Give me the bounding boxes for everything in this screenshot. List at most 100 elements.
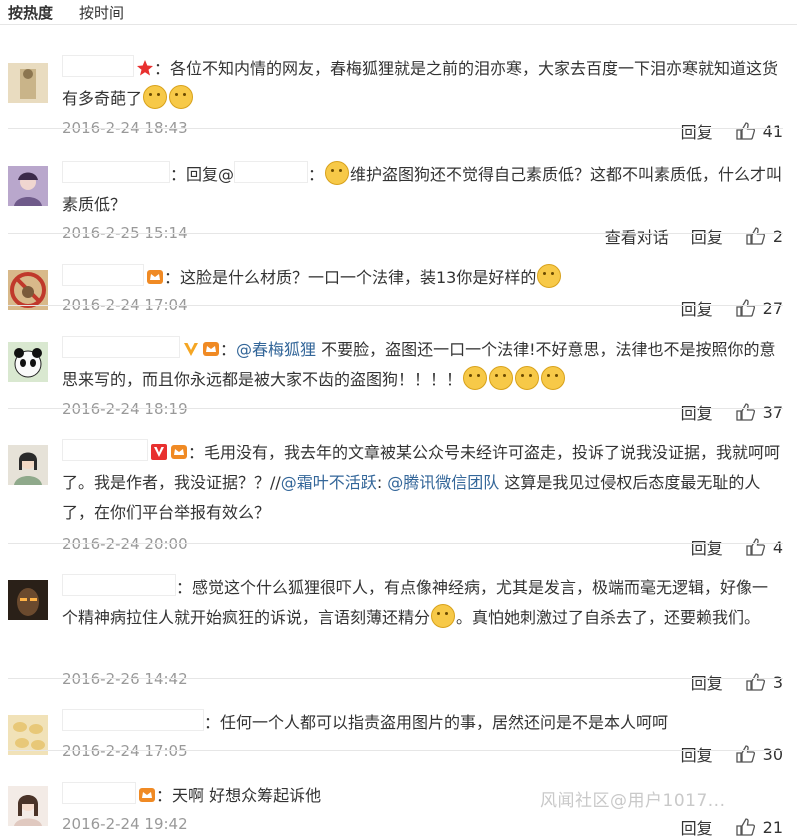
comment-meta: 2016-2-24 18:43 回复 41 xyxy=(62,119,783,143)
star-badge-icon xyxy=(136,57,154,76)
comment-time: 2016-2-24 18:19 xyxy=(62,400,188,418)
comment-prefix: ： xyxy=(220,340,237,359)
reply-button[interactable]: 回复 xyxy=(681,742,713,766)
like-button[interactable]: 37 xyxy=(735,402,783,422)
comment-meta: 2016-2-24 20:00 回复 4 xyxy=(62,535,783,559)
comment-meta: 2016-2-24 17:05 回复 30 xyxy=(62,742,783,766)
vip-crown-badge-icon xyxy=(170,441,188,459)
thumbs-up-icon xyxy=(746,227,765,245)
reply-button[interactable]: 回复 xyxy=(691,224,723,248)
verified-v-badge-icon xyxy=(150,441,168,460)
thumbs-up-icon xyxy=(746,673,765,691)
username-redacted[interactable] xyxy=(62,439,148,461)
like-count: 21 xyxy=(762,817,783,837)
avatar[interactable] xyxy=(8,445,48,485)
like-count: 2 xyxy=(772,226,783,246)
comment-text: : xyxy=(376,473,388,492)
comment-time: 2016-2-26 14:42 xyxy=(62,670,188,688)
comment-time: 2016-2-24 20:00 xyxy=(62,535,188,553)
comment-body: ：各位不知内情的网友，春梅狐狸就是之前的泪亦寒，大家去百度一下泪亦寒就知道这货有… xyxy=(62,54,783,114)
avatar[interactable] xyxy=(8,786,48,826)
like-count: 30 xyxy=(762,744,783,764)
username-redacted[interactable] xyxy=(62,574,176,596)
reply-button[interactable]: 回复 xyxy=(681,119,713,143)
reply-colon: ： xyxy=(308,165,325,184)
username-redacted[interactable] xyxy=(62,55,134,77)
reply-button[interactable]: 回复 xyxy=(681,296,713,320)
reply-button[interactable]: 回复 xyxy=(681,815,713,839)
comment-meta: 2016-2-26 14:42 回复 3 xyxy=(62,670,783,694)
avatar[interactable] xyxy=(8,270,48,310)
like-button[interactable]: 2 xyxy=(745,226,783,246)
yummy-emoji-icon xyxy=(515,366,540,390)
comment-body: ：这脸是什么材质？一口一个法律，装13你是好样的 xyxy=(62,263,783,293)
comment-body: ：回复@：维护盗图狗还不觉得自己素质低？这都不叫素质低，什么才叫素质低？ xyxy=(62,160,783,220)
watermark: 风闻社区@用户1017... xyxy=(540,791,726,811)
comment-meta: 2016-2-25 15:14 查看对话 回复 2 xyxy=(62,224,783,248)
comment-divider xyxy=(8,678,783,679)
tongue-emoji-icon xyxy=(431,604,456,628)
avatar[interactable] xyxy=(8,342,48,382)
comment-body: ：毛用没有，我去年的文章被某公众号未经许可盗走，投诉了说我没证据，我就呵呵了。我… xyxy=(62,438,783,528)
mention-link[interactable]: @霜叶不活跃 xyxy=(281,473,377,492)
avatar[interactable] xyxy=(8,63,48,103)
comment-divider xyxy=(8,750,783,751)
like-button[interactable]: 41 xyxy=(735,121,783,141)
sort-tabs: 按热度 按时间 xyxy=(0,0,797,24)
avatar[interactable] xyxy=(8,580,48,620)
thumbs-up-icon xyxy=(735,122,755,140)
comment-text: 。真怕她刺激过了自杀去了，还要赖我们。 xyxy=(456,608,761,627)
like-button[interactable]: 30 xyxy=(735,744,783,764)
username-redacted[interactable] xyxy=(62,709,204,731)
smile-emoji-icon xyxy=(143,85,168,109)
comment-divider xyxy=(8,305,783,306)
comment-body: ：感觉这个什么狐狸很吓人，有点像神经病，尤其是发言，极端而毫无逻辑，好像一个精神… xyxy=(62,573,783,633)
vip-crown-badge-icon xyxy=(138,784,156,802)
comment-text: ：天啊 好想众筹起诉他 xyxy=(156,786,322,805)
reply-button[interactable]: 回复 xyxy=(681,400,713,424)
comment-meta: 2016-2-24 17:04 回复 27 xyxy=(62,296,783,320)
mention-link[interactable]: @春梅狐狸 xyxy=(236,340,316,359)
thumbs-up-icon xyxy=(735,299,755,317)
like-button[interactable]: 27 xyxy=(735,298,783,318)
yummy-emoji-icon xyxy=(541,366,566,390)
tab-by-time[interactable]: 按时间 xyxy=(79,2,124,23)
like-button[interactable]: 3 xyxy=(745,672,783,692)
comment-divider xyxy=(8,233,783,234)
like-button[interactable]: 4 xyxy=(745,537,783,557)
cat-emoji-icon xyxy=(325,161,350,185)
yummy-emoji-icon xyxy=(463,366,488,390)
comment-divider xyxy=(8,128,783,129)
reply-button[interactable]: 回复 xyxy=(691,670,723,694)
username-redacted[interactable] xyxy=(62,161,170,183)
comment-text: ：任何一个人都可以指责盗用图片的事，居然还问是不是本人呵呵 xyxy=(204,713,669,732)
comment-meta: 2016-2-24 18:19 回复 37 xyxy=(62,400,783,424)
like-count: 37 xyxy=(762,402,783,422)
laugh-emoji-icon xyxy=(537,264,562,288)
yummy-emoji-icon xyxy=(489,366,514,390)
avatar[interactable] xyxy=(8,166,48,206)
thumbs-up-icon xyxy=(746,538,765,556)
reply-button[interactable]: 回复 xyxy=(691,535,723,559)
thumbs-up-icon xyxy=(735,745,755,763)
like-button[interactable]: 21 xyxy=(735,817,783,837)
view-dialog-button[interactable]: 查看对话 xyxy=(605,224,669,248)
reply-prefix: ：回复@ xyxy=(170,165,235,184)
mention-link[interactable]: @腾讯微信团队 xyxy=(387,473,499,492)
comment-divider xyxy=(8,408,783,409)
verified-v-badge-icon xyxy=(182,338,200,356)
username-redacted[interactable] xyxy=(62,336,180,358)
thumbs-up-icon xyxy=(735,403,755,421)
username-redacted[interactable] xyxy=(62,782,136,804)
username-redacted[interactable] xyxy=(62,264,144,286)
like-count: 27 xyxy=(762,298,783,318)
smile-emoji-icon xyxy=(169,85,194,109)
like-count: 3 xyxy=(772,672,783,692)
comment-text: ：这脸是什么材质？一口一个法律，装13你是好样的 xyxy=(164,268,537,287)
tab-by-hot[interactable]: 按热度 xyxy=(8,2,53,23)
mentioned-username-redacted[interactable] xyxy=(234,161,309,183)
comment-divider xyxy=(8,543,783,544)
header-divider xyxy=(0,24,797,25)
comment-meta: 2016-2-24 19:42 回复 21 xyxy=(62,815,783,839)
avatar[interactable] xyxy=(8,715,48,755)
